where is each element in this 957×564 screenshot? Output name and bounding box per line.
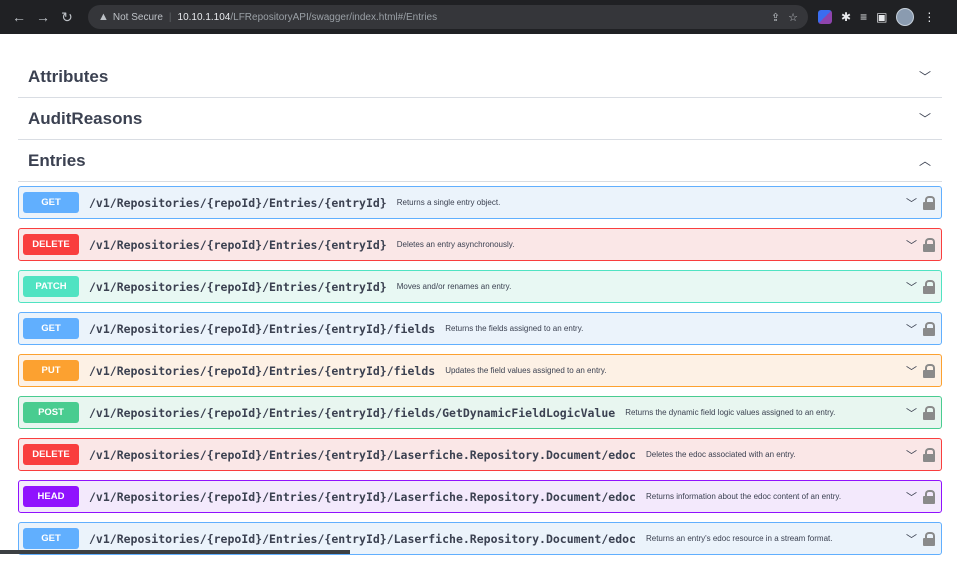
method-badge: POST bbox=[23, 402, 79, 423]
swagger-content: Attributes ﹀ AuditReasons ﹀ Entries ︿ GE… bbox=[18, 56, 942, 564]
operation-delete-edoc[interactable]: DELETE /v1/Repositories/{repoId}/Entries… bbox=[18, 438, 942, 471]
forward-arrow-icon[interactable]: → bbox=[32, 6, 54, 28]
method-badge: HEAD bbox=[23, 486, 79, 507]
operation-path: /v1/Repositories/{repoId}/Entries/{entry… bbox=[89, 237, 387, 252]
operation-path: /v1/Repositories/{repoId}/Entries/{entry… bbox=[89, 363, 436, 378]
profile-avatar[interactable] bbox=[896, 8, 915, 26]
operation-path: /v1/Repositories/{repoId}/Entries/{entry… bbox=[89, 489, 636, 504]
chevron-up-icon[interactable]: ︿ bbox=[916, 152, 934, 169]
security-label: Not Secure bbox=[112, 11, 163, 23]
operation-summary: Returns an entry's edoc resource in a st… bbox=[645, 533, 833, 543]
tag-auditreasons[interactable]: AuditReasons ﹀ bbox=[18, 98, 942, 140]
extensions-puzzle-icon[interactable]: ✱ bbox=[841, 10, 851, 24]
operation-summary: Returns information about the edoc conte… bbox=[645, 491, 842, 501]
operation-summary: Updates the field values assigned to an … bbox=[445, 365, 607, 375]
chevron-down-icon[interactable]: ﹀ bbox=[906, 447, 917, 463]
chevron-down-icon[interactable]: ﹀ bbox=[906, 405, 917, 421]
tag-entries[interactable]: Entries ︿ bbox=[18, 140, 942, 182]
url-path: /LFRepositoryAPI/swagger/index.html#/Ent… bbox=[230, 11, 438, 23]
reading-list-icon[interactable]: ≡ bbox=[860, 10, 867, 24]
lock-icon[interactable] bbox=[923, 195, 935, 210]
warning-icon: ▲ bbox=[98, 11, 109, 23]
chevron-down-icon[interactable]: ﹀ bbox=[916, 68, 934, 85]
method-badge: DELETE bbox=[23, 444, 79, 465]
method-badge: GET bbox=[23, 192, 79, 213]
operation-summary: Deletes the edoc associated with an entr… bbox=[645, 449, 796, 459]
lock-icon[interactable] bbox=[923, 363, 935, 378]
method-badge: PUT bbox=[23, 360, 79, 381]
method-badge: PATCH bbox=[23, 276, 79, 297]
chevron-down-icon[interactable]: ﹀ bbox=[916, 110, 934, 127]
tag-attributes[interactable]: Attributes ﹀ bbox=[18, 56, 942, 98]
method-badge: DELETE bbox=[23, 234, 79, 255]
bookmark-star-icon[interactable]: ☆ bbox=[788, 11, 798, 24]
method-badge: GET bbox=[23, 528, 79, 549]
operation-path: /v1/Repositories/{repoId}/Entries/{entry… bbox=[89, 531, 636, 546]
chevron-down-icon[interactable]: ﹀ bbox=[906, 195, 917, 211]
chevron-down-icon[interactable]: ﹀ bbox=[906, 489, 917, 505]
back-arrow-icon[interactable]: ← bbox=[8, 6, 30, 28]
operation-delete-entry[interactable]: DELETE /v1/Repositories/{repoId}/Entries… bbox=[18, 228, 942, 261]
operation-path: /v1/Repositories/{repoId}/Entries/{entry… bbox=[89, 321, 436, 336]
lock-icon[interactable] bbox=[923, 279, 935, 294]
operation-post-dynamic-field-logic[interactable]: POST /v1/Repositories/{repoId}/Entries/{… bbox=[18, 396, 942, 429]
lock-icon[interactable] bbox=[923, 531, 935, 546]
operation-get-entry[interactable]: GET /v1/Repositories/{repoId}/Entries/{e… bbox=[18, 186, 942, 219]
tag-name: Attributes bbox=[28, 66, 109, 86]
operations-list: GET /v1/Repositories/{repoId}/Entries/{e… bbox=[18, 186, 942, 555]
url-host: 10.10.1.104 bbox=[177, 11, 231, 23]
operation-summary: Returns the fields assigned to an entry. bbox=[445, 323, 584, 333]
menu-kebab-icon[interactable]: ⋮ bbox=[923, 10, 935, 24]
chevron-down-icon[interactable]: ﹀ bbox=[906, 237, 917, 253]
operation-summary: Deletes an entry asynchronously. bbox=[396, 239, 515, 249]
method-badge: GET bbox=[23, 318, 79, 339]
extension-icon[interactable] bbox=[818, 10, 832, 24]
operation-put-fields[interactable]: PUT /v1/Repositories/{repoId}/Entries/{e… bbox=[18, 354, 942, 387]
reload-icon[interactable]: ↻ bbox=[56, 6, 78, 28]
share-icon[interactable]: ⇪ bbox=[771, 11, 780, 24]
operation-summary: Returns a single entry object. bbox=[396, 197, 501, 207]
operation-path: /v1/Repositories/{repoId}/Entries/{entry… bbox=[89, 279, 387, 294]
operation-path: /v1/Repositories/{repoId}/Entries/{entry… bbox=[89, 447, 636, 462]
tag-name: Entries bbox=[28, 150, 86, 170]
operation-summary: Moves and/or renames an entry. bbox=[396, 281, 512, 291]
horizontal-scrollbar[interactable] bbox=[0, 550, 350, 554]
tag-name: AuditReasons bbox=[28, 108, 143, 128]
operation-summary: Returns the dynamic field logic values a… bbox=[625, 407, 836, 417]
chevron-down-icon[interactable]: ﹀ bbox=[906, 321, 917, 337]
operation-path: /v1/Repositories/{repoId}/Entries/{entry… bbox=[89, 195, 387, 210]
side-panel-icon[interactable]: ▣ bbox=[876, 10, 887, 24]
operation-head-edoc[interactable]: HEAD /v1/Repositories/{repoId}/Entries/{… bbox=[18, 480, 942, 513]
lock-icon[interactable] bbox=[923, 237, 935, 252]
chevron-down-icon[interactable]: ﹀ bbox=[906, 363, 917, 379]
lock-icon[interactable] bbox=[923, 405, 935, 420]
browser-toolbar: ← → ↻ ▲ Not Secure | 10.10.1.104/LFRepos… bbox=[0, 0, 957, 34]
lock-icon[interactable] bbox=[923, 447, 935, 462]
separator: | bbox=[168, 11, 172, 23]
chevron-down-icon[interactable]: ﹀ bbox=[906, 279, 917, 295]
chevron-down-icon[interactable]: ﹀ bbox=[906, 531, 917, 547]
operation-path: /v1/Repositories/{repoId}/Entries/{entry… bbox=[89, 405, 616, 420]
address-bar[interactable]: ▲ Not Secure | 10.10.1.104/LFRepositoryA… bbox=[88, 5, 808, 29]
lock-icon[interactable] bbox=[923, 489, 935, 504]
operation-get-fields[interactable]: GET /v1/Repositories/{repoId}/Entries/{e… bbox=[18, 312, 942, 345]
lock-icon[interactable] bbox=[923, 321, 935, 336]
operation-patch-entry[interactable]: PATCH /v1/Repositories/{repoId}/Entries/… bbox=[18, 270, 942, 303]
